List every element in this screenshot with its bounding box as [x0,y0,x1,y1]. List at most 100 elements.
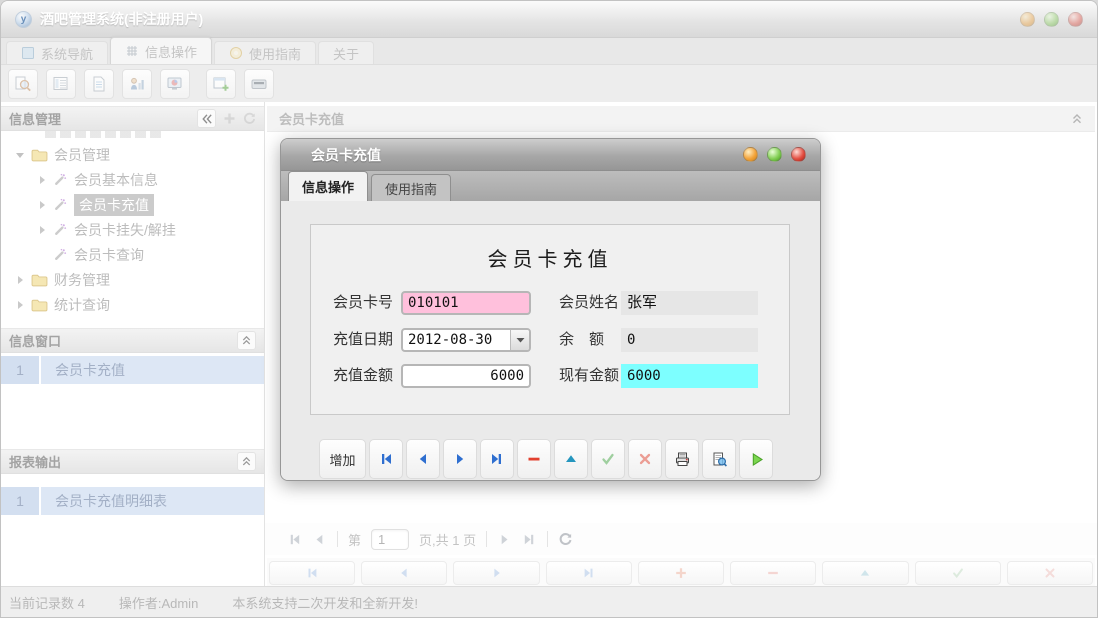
row-label: 会员卡充值明细表 [55,493,167,509]
collapse-left-button[interactable] [197,109,216,128]
folder-icon [31,274,48,286]
date-dropdown[interactable]: 2012-08-30 [401,328,531,352]
tab-system-nav[interactable]: 系统导航 [6,41,109,64]
refresh-panel-button[interactable] [243,112,256,125]
page-prev-button[interactable] [312,532,327,547]
record-confirm-button[interactable] [914,561,1001,585]
document-button[interactable] [84,68,114,99]
tab-user-guide[interactable]: 使用指南 [214,41,317,64]
user-chart-icon [131,77,144,89]
list-item[interactable]: 1 会员卡充值 [1,356,264,384]
last-record-button[interactable] [480,439,514,479]
printer-tray-button[interactable] [244,68,274,99]
tab-about[interactable]: 关于 [318,41,375,64]
record-first-button[interactable] [269,561,356,585]
record-add-button[interactable] [637,561,725,585]
page-first-button[interactable] [287,532,302,547]
last-icon [584,568,593,578]
tree-item-stats-query[interactable]: 统计查询 [1,292,264,317]
add-panel-button[interactable] [223,112,236,125]
chevrons-up-icon [242,456,251,466]
record-next-button[interactable] [453,561,540,585]
dialog-maximize-button[interactable] [767,147,782,162]
collapse-up-button[interactable] [237,331,256,350]
tree-item-label: 会员基本信息 [74,171,158,188]
record-cancel-button[interactable] [1006,561,1093,585]
dialog-tab-label: 使用指南 [385,181,438,197]
record-toolbar [267,558,1095,588]
app-logo-icon: y [15,10,32,28]
next-record-button[interactable] [443,439,477,479]
dialog-close-button[interactable] [791,147,806,162]
list-item[interactable]: 1 会员卡充值明细表 [1,487,264,515]
record-prev-button[interactable] [361,561,448,585]
page-refresh-button[interactable] [558,532,573,547]
page-number-input[interactable] [371,528,410,550]
minimize-button[interactable] [1020,11,1035,27]
close-button[interactable] [1068,11,1083,27]
dialog-tab-bar: 信息操作 使用指南 [281,171,820,201]
list-icon [53,76,68,90]
balance-field: 0 [621,328,758,352]
amount-label: 充值金额 [333,367,394,384]
record-last-button[interactable] [545,561,632,585]
dialog-title: 会员卡充值 [311,146,381,163]
tree-item-label-selected: 会员卡充值 [74,193,154,216]
tree-item-finance-mgmt[interactable]: 财务管理 [1,267,264,292]
tab-label: 使用指南 [249,46,302,62]
monitor-stats-button[interactable] [160,68,190,99]
record-edit-button[interactable] [822,561,909,585]
collapse-up-button[interactable] [237,452,256,471]
new-window-button[interactable] [206,68,236,99]
tree-item-card-query[interactable]: 会员卡查询 [1,242,264,267]
dialog-tab-user-guide[interactable]: 使用指南 [371,174,452,201]
maximize-button[interactable] [1044,11,1059,27]
triangle-up-icon [861,569,870,576]
first-icon [382,454,391,464]
tree-item-card-loss[interactable]: 会员卡挂失/解挂 [1,217,264,242]
delete-button[interactable] [517,439,551,479]
add-button-label: 增加 [329,452,356,468]
search-doc-icon [15,76,31,91]
page-last-button[interactable] [522,532,537,547]
sidebar: 信息管理 会员管理 会员基本信息 会员卡充值 会员卡挂失/解挂 会员卡查询 财务… [1,102,264,586]
tree-item-clipped [45,131,165,138]
card-no-input[interactable] [401,291,531,315]
document-icon [93,76,105,91]
triangle-right-icon [40,175,45,184]
tab-label: 关于 [333,46,360,62]
form-title: 会员卡充值 [487,249,613,271]
tree-item-member-mgmt[interactable]: 会员管理 [1,142,264,167]
operator: 操作者:Admin [118,595,199,611]
tree-item-label: 会员卡查询 [74,246,144,263]
collapse-content-button[interactable] [1071,113,1083,125]
dropdown-arrow-button[interactable] [510,330,529,350]
x-icon [1045,568,1055,578]
add-button[interactable]: 增加 [319,439,366,479]
tree-item-card-recharge[interactable]: 会员卡充值 [1,192,264,217]
prev-record-button[interactable] [406,439,440,479]
page-next-button[interactable] [497,532,512,547]
print-preview-button[interactable] [702,439,736,479]
tab-info-operation[interactable]: 信息操作 [110,37,213,64]
run-button[interactable] [739,439,773,479]
cancel-button[interactable] [628,439,662,479]
edit-button[interactable] [554,439,588,479]
page-suffix: 页,共 1 页 [419,532,477,548]
dialog-minimize-button[interactable] [743,147,758,162]
recharge-dialog: 会员卡充值 信息操作 使用指南 会员卡充值 会员卡号 会员姓名 张军 充值 [280,138,821,481]
search-button[interactable] [8,68,38,99]
panel-header-info-windows: 信息窗口 [1,328,264,353]
printer-tray-icon [251,79,267,89]
amount-input[interactable] [401,364,531,388]
tree-item-member-basic-info[interactable]: 会员基本信息 [1,167,264,192]
dialog-tab-info-operation[interactable]: 信息操作 [288,171,369,201]
print-button[interactable] [665,439,699,479]
list-view-button[interactable] [46,68,76,99]
confirm-button[interactable] [591,439,625,479]
minus-icon [768,571,779,575]
record-delete-button[interactable] [730,561,817,585]
triangle-right-icon [18,275,23,284]
user-report-button[interactable] [122,68,152,99]
first-record-button[interactable] [369,439,403,479]
